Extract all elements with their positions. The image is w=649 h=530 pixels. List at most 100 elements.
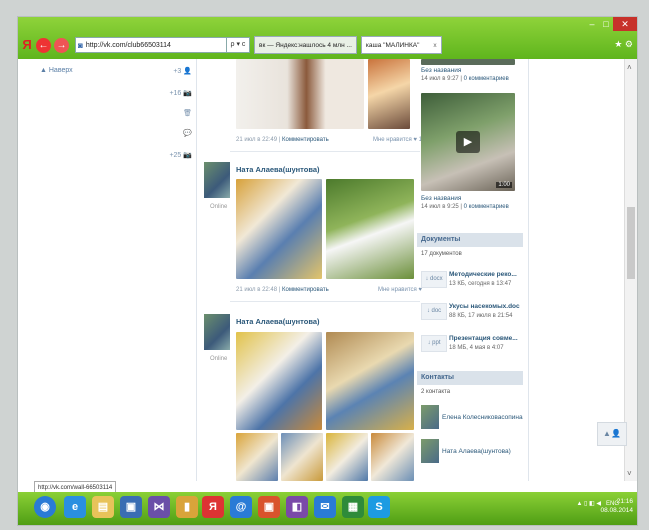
clock-time: 21:16 xyxy=(616,498,633,505)
post-photo[interactable] xyxy=(236,59,364,129)
outlook-icon[interactable]: ✉ xyxy=(314,496,336,518)
app-icon[interactable]: ▣ xyxy=(120,496,142,518)
documents-header[interactable]: Документы xyxy=(417,233,523,247)
post-separator xyxy=(230,151,420,152)
post-date-text[interactable]: 21 июл в 22:48 xyxy=(236,287,277,293)
post-photo[interactable] xyxy=(236,332,322,430)
author-avatar[interactable] xyxy=(204,314,230,350)
divider xyxy=(528,59,529,481)
post-date: 21 июл в 22:49 | Комментировать xyxy=(236,137,329,143)
video-meta: 14 июл в 9:25 | 0 комментариев xyxy=(421,204,509,210)
download-doc-icon[interactable]: ↓ docx xyxy=(421,271,447,288)
author-name[interactable]: Ната Алаева(шунтова) xyxy=(236,165,320,174)
download-doc-icon[interactable]: ↓ doc xyxy=(421,303,447,320)
forward-button[interactable]: → xyxy=(54,37,69,53)
comment-link[interactable]: Комментировать xyxy=(282,137,329,143)
author-name[interactable]: Ната Алаева(шунтова) xyxy=(236,317,320,326)
page-icon: ◙ xyxy=(78,40,83,50)
friends-float-button[interactable]: ▲👤 xyxy=(597,422,627,446)
post-date-text[interactable]: 21 июл в 22:49 xyxy=(236,137,277,143)
like-button[interactable]: Мне нравится ♥ xyxy=(378,287,422,293)
documents-count[interactable]: 17 документов xyxy=(421,251,462,257)
yandex-browser-icon[interactable]: Я xyxy=(202,496,224,518)
contact-name[interactable]: Елена Колесникoвасопина xyxy=(442,414,523,421)
counter-photos-2[interactable]: +25 📷 xyxy=(169,151,192,159)
divider xyxy=(196,59,197,481)
page-content: ▲ Наверх +3 👤 +16 📷 🗑 💬 +25 📷 21 июл в 2… xyxy=(18,59,637,481)
skype-icon[interactable]: S xyxy=(368,496,390,518)
app-icon[interactable]: ◧ xyxy=(286,496,308,518)
document-title[interactable]: Методические реко... xyxy=(449,271,517,278)
taskbar: ◉ e ▤ ▣ ⋈ ▮ Я @ ▣ ◧ ✉ ▦ S ▲ ▯ ◧ ◀ ENG 21… xyxy=(18,492,637,525)
left-column: ▲ Наверх +3 👤 +16 📷 🗑 💬 +25 📷 xyxy=(18,59,194,481)
video-thumbnail[interactable] xyxy=(421,59,515,65)
post-photo[interactable] xyxy=(368,59,410,129)
powerpoint-icon[interactable]: ▣ xyxy=(258,496,280,518)
contacts-header[interactable]: Контакты xyxy=(417,371,523,385)
contact-avatar[interactable] xyxy=(421,439,439,463)
media-icon[interactable]: ⋈ xyxy=(148,496,170,518)
title-bar: – □ ✕ Я ← → ◙ http://vk.com/club66503114… xyxy=(18,17,637,59)
document-title[interactable]: Укусы насекомых.doc xyxy=(449,303,520,310)
back-button[interactable]: ← xyxy=(36,37,51,53)
start-button[interactable]: ◉ xyxy=(34,496,56,518)
close-button[interactable]: ✕ xyxy=(613,17,637,31)
excel-icon[interactable]: ▦ xyxy=(342,496,364,518)
comment-link[interactable]: Комментировать xyxy=(282,287,329,293)
maximize-button[interactable]: □ xyxy=(599,17,613,31)
video-comments-link[interactable]: 0 комментариев xyxy=(464,76,509,82)
post-photo[interactable] xyxy=(326,332,414,430)
video-duration: 1:00 xyxy=(496,182,512,188)
video-meta: 14 июл в 9:27 | 0 комментариев xyxy=(421,76,509,82)
tab-yandex[interactable]: вк — Яндекс:нашлось 4 млн ... xyxy=(254,36,357,54)
clock[interactable]: 21:16 08.08.2014 xyxy=(600,497,633,515)
scroll-up-icon[interactable]: ˄ xyxy=(627,63,632,72)
post-photo[interactable] xyxy=(326,433,368,481)
post-photo[interactable] xyxy=(281,433,323,481)
post-date: 21 июл в 22:48 | Комментировать xyxy=(236,287,329,293)
back-arrow-icon: ← xyxy=(38,39,49,51)
play-icon[interactable]: ▶ xyxy=(456,131,480,153)
video-comments-link[interactable]: 0 комментариев xyxy=(464,204,509,210)
tab-close-icon[interactable]: x xyxy=(433,42,436,49)
author-avatar[interactable] xyxy=(204,162,230,198)
comment-icon[interactable]: 💬 xyxy=(183,129,192,137)
contact-name[interactable]: Ната Алаева(шунтова) xyxy=(442,448,511,455)
yandex-logo[interactable]: Я xyxy=(20,37,34,53)
address-bar[interactable]: ◙ http://vk.com/club66503114 xyxy=(75,37,227,53)
minimize-button[interactable]: – xyxy=(585,17,599,31)
video-title[interactable]: Без названия xyxy=(421,67,461,74)
counter-photos[interactable]: +16 📷 xyxy=(169,89,192,97)
post-photo[interactable] xyxy=(326,179,414,279)
scroll-up-link[interactable]: ▲ Наверх xyxy=(40,67,73,74)
mail-icon[interactable]: @ xyxy=(230,496,252,518)
tab-vk-malinka[interactable]: каша "МАЛИНКА" x xyxy=(360,36,442,54)
document-meta: 88 КБ, 17 июля в 21:54 xyxy=(449,313,513,319)
like-button[interactable]: Мне нравится ♥ 1 xyxy=(373,137,422,143)
address-tools[interactable]: ρ ▾ c xyxy=(227,37,250,53)
favorites-settings-icons[interactable]: ★ ⚙ xyxy=(614,39,633,50)
contact-avatar[interactable] xyxy=(421,405,439,429)
download-doc-icon[interactable]: ↓ ppt xyxy=(421,335,447,352)
video-thumbnail[interactable]: ▶ 1:00 xyxy=(421,93,515,191)
app-icon[interactable]: ▮ xyxy=(176,496,198,518)
post-photo[interactable] xyxy=(236,433,278,481)
post-photo[interactable] xyxy=(236,179,322,279)
ie-icon[interactable]: e xyxy=(64,496,86,518)
scrollbar[interactable]: ˄ ˅ xyxy=(624,59,637,481)
video-date: 14 июл в 9:25 xyxy=(421,204,459,210)
contacts-count[interactable]: 2 контакта xyxy=(421,389,450,395)
video-title[interactable]: Без названия xyxy=(421,195,461,202)
document-title[interactable]: Презентация совме... xyxy=(449,335,518,342)
tray-icons[interactable]: ▲ ▯ ◧ ◀ xyxy=(576,500,601,507)
scroll-down-icon[interactable]: ˅ xyxy=(627,469,632,478)
document-meta: 18 МБ, 4 мая в 4:07 xyxy=(449,345,504,351)
document-meta: 13 КБ, сегодня в 13:47 xyxy=(449,281,512,287)
trash-icon[interactable]: 🗑 xyxy=(183,109,192,117)
address-text[interactable]: http://vk.com/club66503114 xyxy=(86,42,171,49)
explorer-icon[interactable]: ▤ xyxy=(92,496,114,518)
scroll-thumb[interactable] xyxy=(627,207,635,279)
counter-members[interactable]: +3 👤 xyxy=(173,67,192,75)
post-photo[interactable] xyxy=(371,433,414,481)
forward-arrow-icon: → xyxy=(56,39,67,51)
